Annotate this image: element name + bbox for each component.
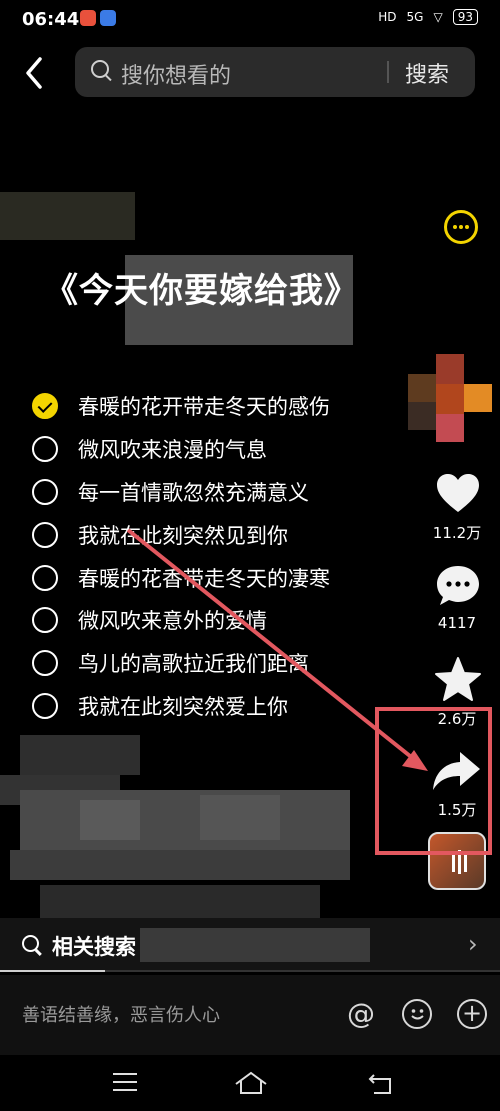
- plus-button[interactable]: +: [457, 999, 487, 1029]
- comment-bar: 善语结善缘，恶言伤人心 @ +: [0, 975, 500, 1055]
- emoji-button[interactable]: [402, 999, 432, 1029]
- smile-icon: [410, 1009, 424, 1020]
- back-nav-icon[interactable]: [368, 1071, 394, 1099]
- comment-input[interactable]: 善语结善缘，恶言伤人心: [22, 1001, 220, 1027]
- mention-button[interactable]: @: [346, 999, 376, 1029]
- menu-icon[interactable]: [113, 1073, 137, 1097]
- related-search-bar[interactable]: 相关搜索 ›: [0, 918, 500, 972]
- blurred-related-terms: [140, 928, 370, 962]
- chevron-right-icon: ›: [468, 930, 478, 958]
- system-nav-bar: [0, 1055, 500, 1111]
- related-search-label: 相关搜索: [52, 935, 136, 959]
- video-progress-fill: [0, 970, 105, 972]
- search-icon: [22, 935, 39, 952]
- home-icon[interactable]: [234, 1071, 268, 1099]
